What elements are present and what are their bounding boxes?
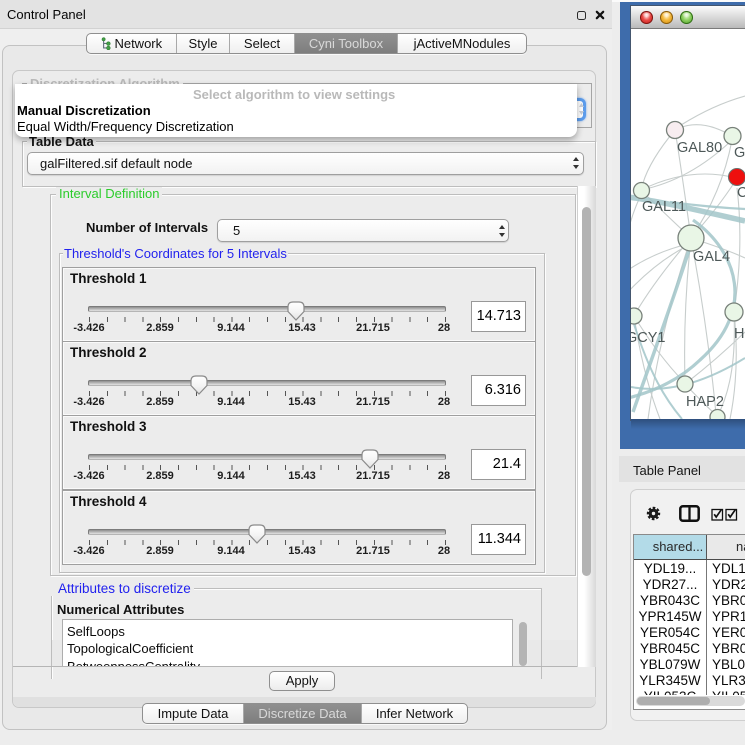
svg-text:GAL11: GAL11: [642, 199, 686, 215]
svg-text:GAL4: GAL4: [693, 249, 730, 265]
svg-text:H: H: [734, 326, 744, 342]
svg-text:GCY1: GCY1: [631, 330, 666, 346]
svg-text:GAL80: GAL80: [677, 140, 722, 156]
svg-text:G.: G.: [734, 145, 745, 161]
svg-text:C: C: [737, 185, 745, 201]
svg-text:HAP2: HAP2: [686, 394, 724, 410]
